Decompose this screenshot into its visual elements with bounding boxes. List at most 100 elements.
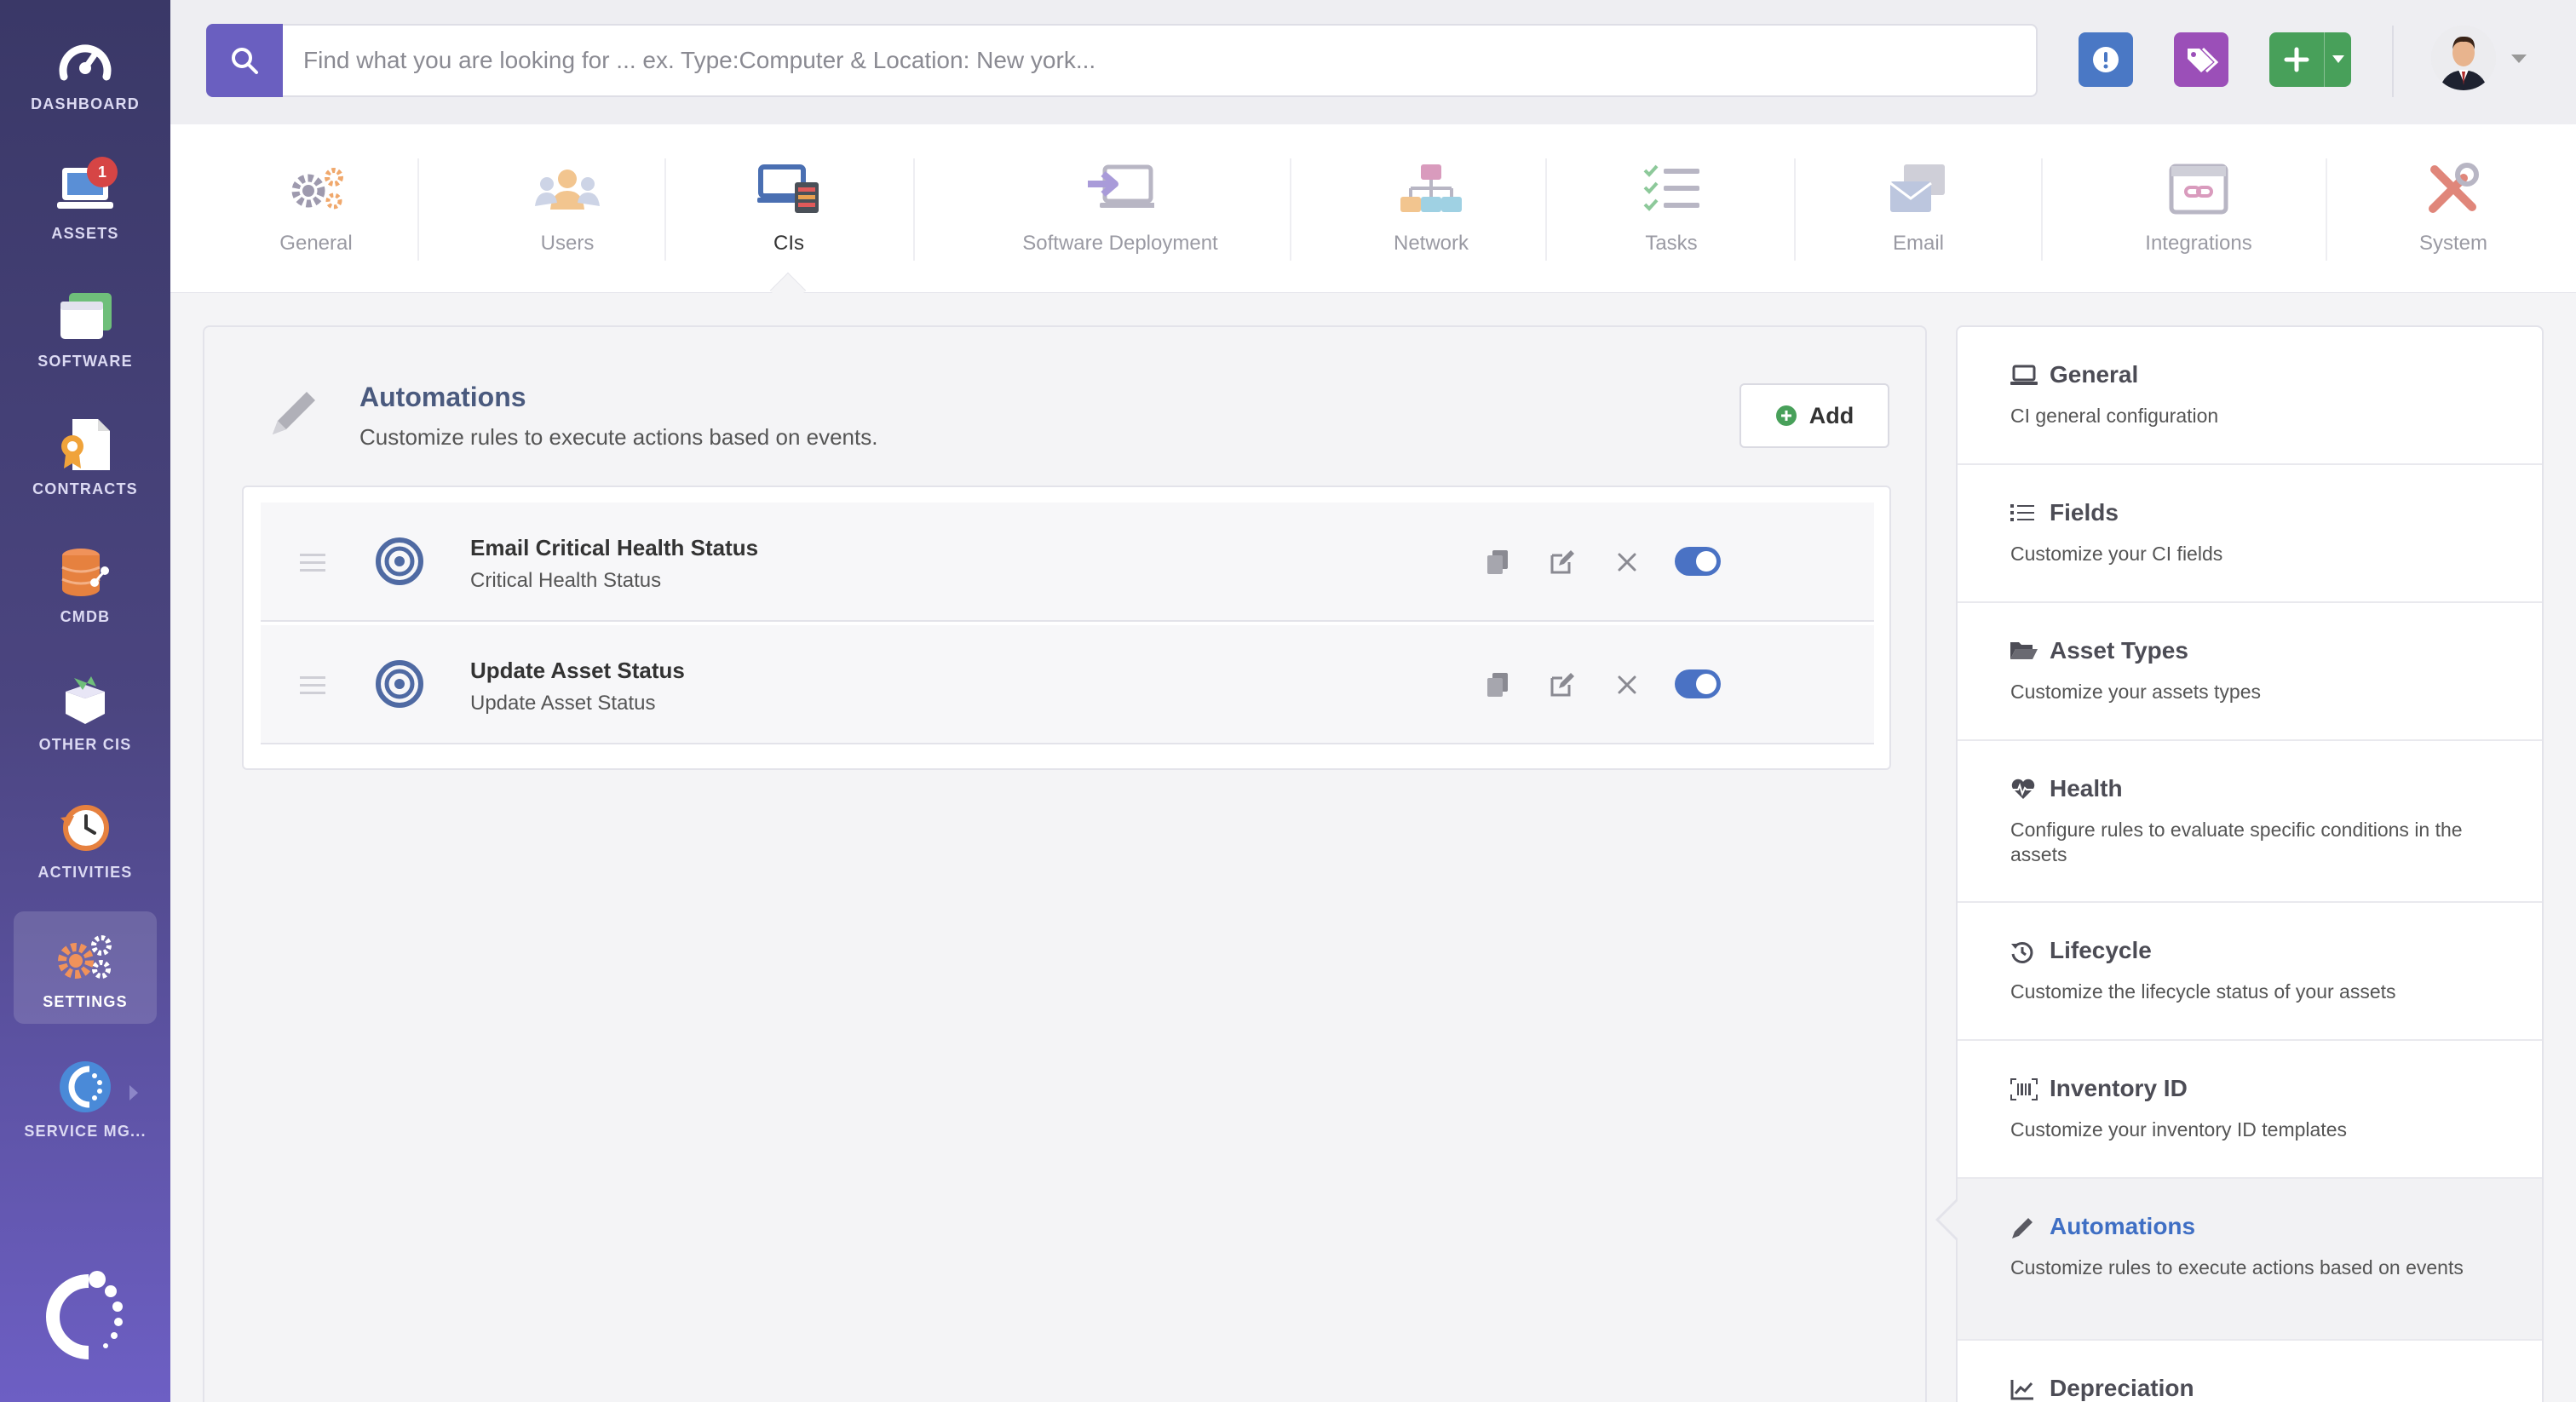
drag-handle-icon[interactable] [300,552,325,574]
tab-system[interactable]: System [2368,158,2539,269]
menu-item-title: Fields [2050,499,2119,526]
panel-title: Automations [359,382,526,412]
tab-label: General [279,232,353,255]
menu-item-inventory-id[interactable]: Inventory ID Customize your inventory ID… [1958,1041,2542,1179]
top-bar [170,0,2576,124]
menu-item-automations[interactable]: Automations Customize rules to execute a… [1958,1179,2542,1341]
tab-divider [1545,158,1547,261]
menu-item-desc: Customize the lifecycle status of your a… [2010,980,2396,1003]
sidebar-item-dashboard[interactable]: DASHBOARD [14,14,157,126]
alerts-button[interactable] [2079,32,2133,87]
sidebar-item-label: SOFTWARE [37,353,133,370]
chart-line-icon [2010,1378,2038,1402]
rule-enabled-toggle[interactable] [1675,547,1721,576]
menu-item-desc: Configure rules to evaluate specific con… [2010,819,2463,865]
divider [2392,26,2394,97]
tab-users[interactable]: Users [482,158,653,269]
sidebar-item-label: SETTINGS [43,993,128,1010]
edit-icon[interactable] [1545,668,1579,702]
gears-icon [55,930,116,985]
exclamation-icon [2093,47,2119,72]
copy-icon[interactable] [1481,668,1515,702]
target-icon [375,659,424,709]
tab-cis[interactable]: CIs [704,158,874,269]
sidebar-item-activities[interactable]: ACTIVITIES [14,782,157,894]
sidebar-item-service-management[interactable]: SERVICE MG... [14,1041,157,1153]
menu-item-fields[interactable]: Fields Customize your CI fields [1958,465,2542,603]
tab-divider [664,158,666,261]
tab-label: System [2418,232,2487,255]
software-window-icon [55,290,116,344]
drag-handle-icon[interactable] [300,675,325,697]
ci-settings-menu: General CI general configuration Fields … [1956,325,2544,1402]
sidebar-item-label: CMDB [60,608,111,625]
menu-item-title: Health [2050,775,2123,802]
heartbeat-icon [2010,779,2038,802]
sidebar-item-settings[interactable]: SETTINGS [14,911,157,1024]
menu-item-lifecycle[interactable]: Lifecycle Customize the lifecycle status… [1958,903,2542,1041]
rule-subtitle: Critical Health Status [470,569,662,592]
tab-email[interactable]: Email [1833,158,2004,269]
sidebar-item-other-cis[interactable]: OTHER CIS [14,654,157,767]
menu-item-depreciation[interactable]: Depreciation [1958,1341,2542,1402]
tab-software-deployment[interactable]: Software Deployment [988,158,1252,269]
sidebar-item-software[interactable]: SOFTWARE [14,271,157,383]
sidebar-item-label: CONTRACTS [32,480,138,497]
tab-label: Email [1892,232,1944,255]
contract-document-icon [55,417,116,472]
search-input[interactable] [303,47,2036,74]
sidebar-item-label: SERVICE MG... [24,1123,147,1140]
integrations-icon [2165,158,2233,220]
sidebar-item-label: ACTIVITIES [37,864,133,881]
menu-item-desc: CI general configuration [2010,405,2219,427]
menu-item-asset-types[interactable]: Asset Types Customize your assets types [1958,603,2542,741]
plus-circle-icon [1775,405,1797,426]
menu-item-desc: Customize your CI fields [2010,543,2223,565]
pencil-icon [266,387,320,441]
barcode-icon [2010,1078,2038,1102]
tab-tasks[interactable]: Tasks [1586,158,1757,269]
tags-button[interactable] [2174,32,2228,87]
edit-icon[interactable] [1545,545,1579,579]
delete-icon[interactable] [1610,668,1644,702]
search-button[interactable] [206,24,283,97]
sidebar-item-label: ASSETS [51,225,119,242]
automation-rule-row[interactable]: Email Critical Health Status Critical He… [261,503,1874,622]
tab-integrations[interactable]: Integrations [2101,158,2297,269]
menu-item-general[interactable]: General CI general configuration [1958,327,2542,465]
sidebar: DASHBOARD 1 ASSETS SOFTWARE CONTRACTS CM… [0,0,170,1402]
expand-caret-icon[interactable] [129,1085,138,1100]
box-icon [55,673,116,727]
tab-divider [1290,158,1291,261]
rule-title: Email Critical Health Status [470,535,759,560]
copy-icon[interactable] [1481,545,1515,579]
delete-icon[interactable] [1610,545,1644,579]
menu-item-health[interactable]: Health Configure rules to evaluate speci… [1958,741,2542,903]
add-dropdown-toggle[interactable] [2324,32,2351,87]
tab-network[interactable]: Network [1346,158,1516,269]
search-field[interactable] [283,24,2038,97]
sidebar-item-contracts[interactable]: CONTRACTS [14,399,157,511]
panel-subtitle: Customize rules to execute actions based… [359,424,878,450]
user-menu-caret-icon[interactable] [2511,55,2527,63]
tab-divider [913,158,915,261]
sidebar-item-assets[interactable]: 1 ASSETS [14,143,157,256]
laptop-outline-icon [2010,365,2038,388]
service-management-icon [55,1060,116,1114]
network-icon [1397,158,1465,220]
tab-label: Integrations [2145,232,2252,255]
sidebar-item-cmdb[interactable]: CMDB [14,526,157,639]
menu-item-desc: Customize your inventory ID templates [2010,1118,2347,1141]
quick-add-button[interactable] [2269,32,2351,87]
rule-enabled-toggle[interactable] [1675,669,1721,698]
automations-panel: Automations Customize rules to execute a… [203,325,1927,1402]
caret-down-icon [2332,55,2344,63]
brand-logo-icon[interactable] [37,1269,133,1365]
notification-badge: 1 [87,157,118,187]
tab-general[interactable]: General [235,158,397,269]
automation-rule-row[interactable]: Update Asset Status Update Asset Status [261,625,1874,744]
user-avatar[interactable] [2431,26,2496,90]
rule-title: Update Asset Status [470,658,685,683]
menu-item-title: Inventory ID [2050,1075,2188,1101]
add-automation-button[interactable]: Add [1739,383,1889,448]
